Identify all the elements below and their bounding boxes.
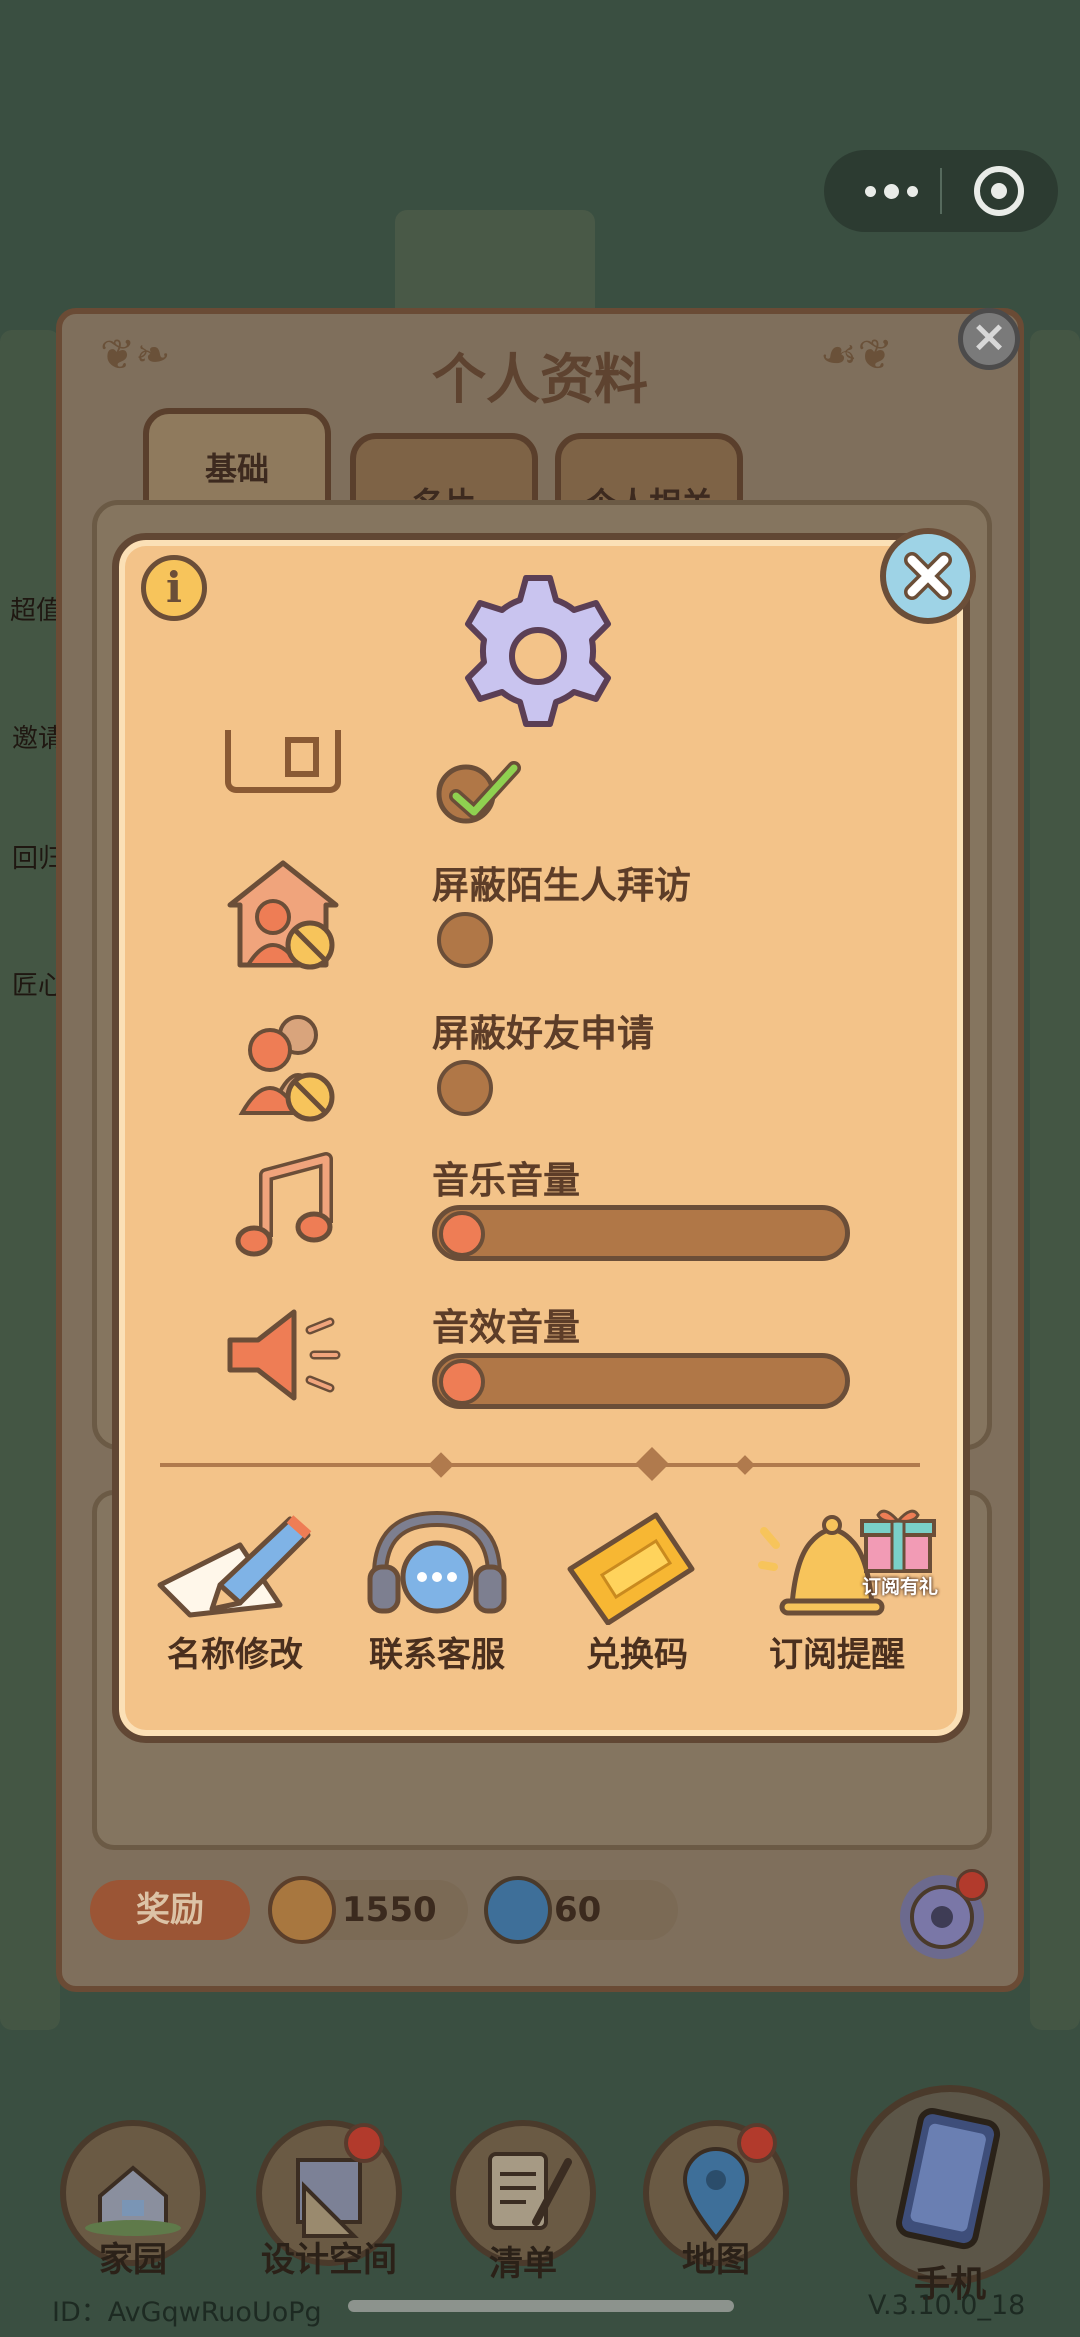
version-text: V.3.10.0_18 <box>868 2290 1026 2321</box>
swirl-gem-icon <box>484 1876 552 1944</box>
music-note-icon <box>218 1145 348 1275</box>
block-friend-requests-toggle[interactable] <box>437 1060 493 1116</box>
music-volume-label: 音乐音量 <box>432 1159 580 1202</box>
nav-map-label: 地图 <box>682 2240 750 2280</box>
settings-gear-button[interactable] <box>900 1869 988 1959</box>
rename-button[interactable]: 名称修改 <box>150 1505 320 1675</box>
user-id-text: ID：AvGqwRuoUoPg <box>52 2297 322 2328</box>
coin-counter: 1550 <box>268 1876 468 1944</box>
redeem-code-label: 兑换码 <box>586 1635 688 1675</box>
speaker-icon <box>218 1300 348 1430</box>
gift-label: 订阅有礼 <box>861 1576 938 1598</box>
camera-icon <box>218 730 348 820</box>
headset-chat-icon <box>367 1510 507 1614</box>
notification-dot <box>956 1869 988 1901</box>
gem-counter: 60 <box>484 1876 678 1944</box>
block-friend-requests-label: 屏蔽好友申请 <box>432 1012 654 1055</box>
rename-label: 名称修改 <box>167 1635 303 1675</box>
side-label[interactable]: 超值 <box>10 590 62 627</box>
scene-right-strip <box>1030 330 1080 2030</box>
settings-gear-icon <box>452 570 624 746</box>
phone-icon <box>896 2108 1001 2250</box>
more-dots-icon[interactable] <box>856 150 926 232</box>
sfx-volume-label: 音效音量 <box>432 1306 580 1349</box>
block-strangers-toggle[interactable] <box>437 912 493 968</box>
notification-dot <box>344 2123 384 2163</box>
ticket-icon <box>567 1512 695 1626</box>
coin-value: 1550 <box>342 1890 437 1930</box>
nav-list-label: 清单 <box>489 2244 557 2284</box>
section-divider <box>160 1463 920 1467</box>
nav-home-label: 家园 <box>99 2240 167 2280</box>
notification-dot <box>737 2123 777 2163</box>
coin-icon <box>268 1876 336 1944</box>
confirm-checkbox[interactable] <box>434 758 526 832</box>
miniprogram-capsule <box>824 150 1058 232</box>
redeem-code-button[interactable]: 兑换码 <box>552 1505 722 1675</box>
profile-close-button[interactable]: × <box>958 308 1020 370</box>
music-volume-slider[interactable] <box>432 1205 850 1261</box>
check-icon <box>436 761 521 824</box>
gem-value: 60 <box>554 1890 602 1930</box>
info-button[interactable]: i <box>141 555 207 621</box>
block-strangers-label: 屏蔽陌生人拜访 <box>432 864 691 907</box>
nav-design-label: 设计空间 <box>261 2240 397 2280</box>
profile-title: 个人资料 <box>432 348 648 411</box>
slider-knob[interactable] <box>439 1211 485 1257</box>
gift-box-icon[interactable] <box>858 1505 938 1575</box>
sfx-volume-slider[interactable] <box>432 1353 850 1409</box>
home-indicator[interactable] <box>348 2300 734 2312</box>
reward-badge[interactable]: 奖励 <box>90 1880 250 1940</box>
subscribe-reminder-label: 订阅提醒 <box>769 1635 905 1675</box>
house-block-icon <box>218 855 348 985</box>
customer-service-label: 联系客服 <box>369 1635 505 1675</box>
close-icon <box>904 552 952 600</box>
capsule-divider <box>940 168 942 214</box>
person-block-icon <box>218 1005 348 1135</box>
slider-knob[interactable] <box>439 1359 485 1405</box>
pencil-paper-icon <box>157 1515 312 1618</box>
target-circle-icon[interactable] <box>974 166 1024 216</box>
customer-service-button[interactable]: 联系客服 <box>352 1505 522 1675</box>
scene-left-strip <box>0 330 60 2030</box>
modal-close-button[interactable] <box>880 528 976 624</box>
